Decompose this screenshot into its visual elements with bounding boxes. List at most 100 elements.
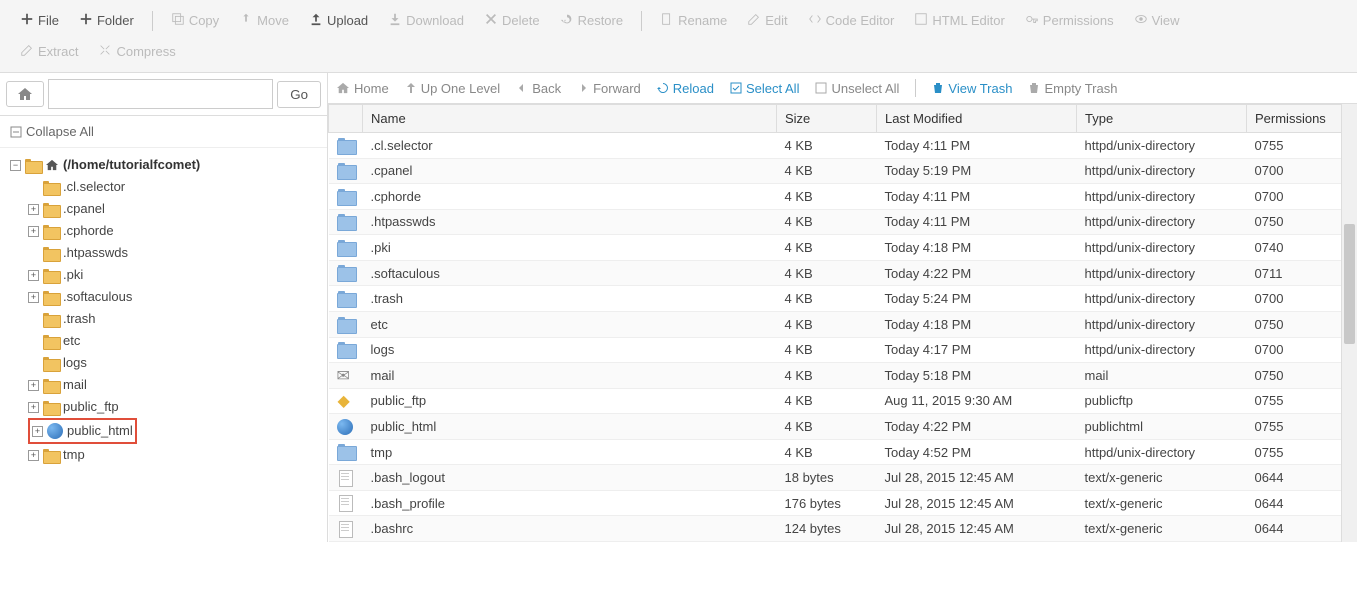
table-row[interactable]: public_html4 KBToday 4:22 PMpublichtml07… bbox=[329, 414, 1357, 440]
col-modified[interactable]: Last Modified bbox=[877, 105, 1077, 133]
path-input[interactable] bbox=[48, 79, 273, 109]
expander-icon[interactable] bbox=[28, 182, 39, 193]
tree-item[interactable]: +tmp bbox=[28, 444, 323, 466]
tree-item[interactable]: +.pki bbox=[28, 264, 323, 286]
tree-item[interactable]: +.cpanel bbox=[28, 198, 323, 220]
tree-item[interactable]: .trash bbox=[28, 308, 323, 330]
table-row[interactable]: .trash4 KBToday 5:24 PMhttpd/unix-direct… bbox=[329, 286, 1357, 312]
delete-button[interactable]: Delete bbox=[474, 8, 550, 33]
nav-up[interactable]: Up One Level bbox=[405, 81, 501, 96]
nav-empty-trash[interactable]: Empty Trash bbox=[1028, 81, 1117, 96]
folder-button[interactable]: Folder bbox=[69, 8, 144, 33]
expander-icon[interactable]: + bbox=[28, 270, 39, 281]
expander-icon[interactable]: + bbox=[28, 292, 39, 303]
tree-item[interactable]: etc bbox=[28, 330, 323, 352]
tree-item[interactable]: +public_html bbox=[28, 418, 323, 444]
table-row[interactable]: etc4 KBToday 4:18 PMhttpd/unix-directory… bbox=[329, 311, 1357, 337]
expander-icon[interactable] bbox=[28, 314, 39, 325]
nav-unselect-all[interactable]: Unselect All bbox=[815, 81, 899, 96]
table-row[interactable]: .bashrc124 bytesJul 28, 2015 12:45 AMtex… bbox=[329, 516, 1357, 542]
expander-icon[interactable]: + bbox=[32, 426, 43, 437]
upload-button[interactable]: Upload bbox=[299, 8, 378, 33]
expander-icon[interactable] bbox=[28, 248, 39, 259]
col-type[interactable]: Type bbox=[1077, 105, 1247, 133]
nav-home[interactable]: Home bbox=[336, 81, 389, 96]
rename-button[interactable]: Rename bbox=[650, 8, 737, 33]
cell-size: 176 bytes bbox=[777, 490, 877, 516]
tree-item[interactable]: +.softaculous bbox=[28, 286, 323, 308]
tree-item-label: .trash bbox=[63, 308, 96, 330]
table-row[interactable]: .softaculous4 KBToday 4:22 PMhttpd/unix-… bbox=[329, 260, 1357, 286]
tree-root[interactable]: −(/home/tutorialfcomet) bbox=[10, 154, 323, 176]
edit-button[interactable]: Edit bbox=[737, 8, 797, 33]
globe-icon bbox=[337, 419, 353, 435]
tree-item[interactable]: logs bbox=[28, 352, 323, 374]
extract-button[interactable]: Extract bbox=[10, 39, 88, 64]
table-row[interactable]: tmp4 KBToday 4:52 PMhttpd/unix-directory… bbox=[329, 439, 1357, 465]
compress-button[interactable]: Compress bbox=[88, 39, 185, 64]
folder-icon bbox=[43, 291, 59, 304]
tree-item-label: .htpasswds bbox=[63, 242, 128, 264]
folder-icon bbox=[43, 379, 59, 392]
table-row[interactable]: .bash_profile176 bytesJul 28, 2015 12:45… bbox=[329, 490, 1357, 516]
toolbar-separator bbox=[641, 11, 642, 31]
expander-icon[interactable]: + bbox=[28, 402, 39, 413]
restore-button[interactable]: Restore bbox=[550, 8, 634, 33]
expander-icon[interactable]: + bbox=[28, 450, 39, 461]
plus-icon bbox=[79, 12, 93, 29]
table-row[interactable]: public_ftp4 KBAug 11, 2015 9:30 AMpublic… bbox=[329, 388, 1357, 414]
expander-icon[interactable]: + bbox=[28, 226, 39, 237]
expander-icon[interactable] bbox=[28, 336, 39, 347]
table-row[interactable]: .bash_logout18 bytesJul 28, 2015 12:45 A… bbox=[329, 465, 1357, 491]
table-row[interactable]: mail4 KBToday 5:18 PMmail0750 bbox=[329, 363, 1357, 389]
permissions-button[interactable]: Permissions bbox=[1015, 8, 1124, 33]
collapse-all-button[interactable]: Collapse All bbox=[0, 116, 327, 148]
table-row[interactable]: .cpanel4 KBToday 5:19 PMhttpd/unix-direc… bbox=[329, 158, 1357, 184]
col-name[interactable]: Name bbox=[363, 105, 777, 133]
restore-icon bbox=[560, 12, 574, 29]
view-button[interactable]: View bbox=[1124, 8, 1190, 33]
col-icon[interactable] bbox=[329, 105, 363, 133]
html-icon bbox=[914, 12, 928, 29]
expander-icon[interactable] bbox=[28, 358, 39, 369]
code-icon bbox=[808, 12, 822, 29]
move-button[interactable]: Move bbox=[229, 8, 299, 33]
table-row[interactable]: .htpasswds4 KBToday 4:11 PMhttpd/unix-di… bbox=[329, 209, 1357, 235]
scrollbar-thumb[interactable] bbox=[1344, 224, 1355, 344]
expander-icon[interactable]: + bbox=[28, 380, 39, 391]
tree-item[interactable]: +.cphorde bbox=[28, 220, 323, 242]
code-editor-button[interactable]: Code Editor bbox=[798, 8, 905, 33]
cell-type: mail bbox=[1077, 363, 1247, 389]
tree-item[interactable]: .cl.selector bbox=[28, 176, 323, 198]
tree-item-label: public_ftp bbox=[63, 396, 119, 418]
nav-select-all[interactable]: Select All bbox=[730, 81, 799, 96]
table-row[interactable]: .cphorde4 KBToday 4:11 PMhttpd/unix-dire… bbox=[329, 184, 1357, 210]
tree-item[interactable]: .htpasswds bbox=[28, 242, 323, 264]
cell-type: httpd/unix-directory bbox=[1077, 235, 1247, 261]
cell-size: 4 KB bbox=[777, 158, 877, 184]
copy-button[interactable]: Copy bbox=[161, 8, 229, 33]
folder-icon bbox=[43, 225, 59, 238]
nav-reload[interactable]: Reload bbox=[657, 81, 714, 96]
tree-item[interactable]: + public_ftp bbox=[28, 396, 323, 418]
file-button[interactable]: File bbox=[10, 8, 69, 33]
download-button[interactable]: Download bbox=[378, 8, 474, 33]
globe-icon bbox=[47, 423, 63, 439]
nav-back[interactable]: Back bbox=[516, 81, 561, 96]
vertical-scrollbar[interactable] bbox=[1341, 104, 1357, 542]
nav-view-trash[interactable]: View Trash bbox=[932, 81, 1012, 96]
table-row[interactable]: .pki4 KBToday 4:18 PMhttpd/unix-director… bbox=[329, 235, 1357, 261]
html-editor-button[interactable]: HTML Editor bbox=[904, 8, 1014, 33]
expander-icon[interactable]: + bbox=[28, 204, 39, 215]
extract-icon bbox=[20, 43, 34, 60]
cell-name: mail bbox=[363, 363, 777, 389]
nav-forward[interactable]: Forward bbox=[577, 81, 641, 96]
tree-item[interactable]: +mail bbox=[28, 374, 323, 396]
go-button[interactable]: Go bbox=[277, 81, 321, 108]
table-row[interactable]: .cl.selector4 KBToday 4:11 PMhttpd/unix-… bbox=[329, 133, 1357, 159]
home-button[interactable] bbox=[6, 81, 44, 107]
col-size[interactable]: Size bbox=[777, 105, 877, 133]
col-permissions[interactable]: Permissions bbox=[1247, 105, 1357, 133]
cell-modified: Today 4:11 PM bbox=[877, 209, 1077, 235]
table-row[interactable]: logs4 KBToday 4:17 PMhttpd/unix-director… bbox=[329, 337, 1357, 363]
